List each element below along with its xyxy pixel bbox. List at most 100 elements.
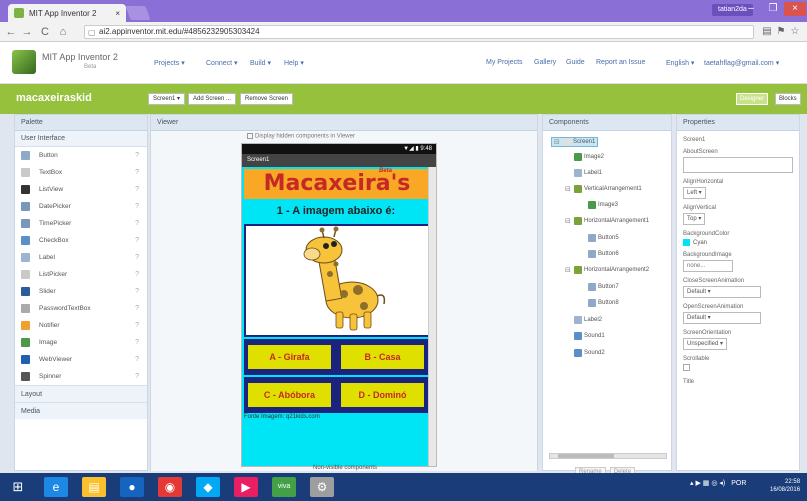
browser-tab[interactable]: MIT App Inventor 2 ×: [8, 4, 126, 22]
component-node-label2[interactable]: Label2: [565, 316, 602, 324]
palette-item-timepicker[interactable]: TimePicker?: [15, 215, 147, 232]
start-icon[interactable]: ⊞: [6, 477, 30, 497]
help-icon[interactable]: ?: [135, 254, 139, 261]
background-color-picker[interactable]: Cyan: [683, 239, 793, 246]
menu-build[interactable]: Build ▾: [250, 59, 271, 67]
taskbar-app-7-icon[interactable]: viva: [272, 477, 296, 497]
screen-orientation-select[interactable]: Unspecified ▾: [683, 338, 728, 351]
taskbar-app-4-icon[interactable]: ◉: [158, 477, 182, 497]
component-node-image3[interactable]: Image3: [579, 201, 618, 209]
tray-icons[interactable]: ▴ ▶ ▦ ◎ ◂): [690, 480, 725, 487]
about-screen-field[interactable]: [683, 157, 793, 173]
palette-item-listpicker[interactable]: ListPicker?: [15, 266, 147, 283]
checkbox-box[interactable]: [247, 133, 253, 139]
clock[interactable]: 22:58 16/08/2016: [770, 478, 800, 494]
remove-screen-button[interactable]: Remove Screen: [240, 93, 294, 105]
link-guide[interactable]: Guide: [566, 59, 585, 66]
account-dropdown[interactable]: taetahflag@gmail.com ▾: [704, 59, 779, 67]
display-hidden-checkbox[interactable]: Display hidden components in Viewer: [247, 133, 355, 140]
language-indicator[interactable]: POR: [731, 480, 746, 487]
screen-dropdown[interactable]: Screen1 ▾: [148, 93, 186, 105]
add-screen-button[interactable]: Add Screen ...: [188, 93, 237, 105]
palette-item-image[interactable]: Image?: [15, 334, 147, 351]
taskbar-app-8-icon[interactable]: ⚙: [310, 477, 334, 497]
help-icon[interactable]: ?: [135, 186, 139, 193]
help-icon[interactable]: ?: [135, 339, 139, 346]
forward-icon[interactable]: →: [20, 25, 34, 39]
brand-banner-image[interactable]: Macaxeira's Beta: [244, 168, 430, 199]
align-vertical-select[interactable]: Top ▾: [683, 213, 706, 225]
help-icon[interactable]: ?: [135, 305, 139, 312]
component-node-button7[interactable]: Button7: [579, 283, 619, 291]
translate-icon[interactable]: ▤: [760, 25, 774, 39]
help-icon[interactable]: ?: [135, 356, 139, 363]
palette-item-button[interactable]: Button?: [15, 147, 147, 164]
question-label[interactable]: 1 - A imagem abaixo é:: [242, 205, 430, 217]
palette-item-label[interactable]: Label?: [15, 249, 147, 266]
link-gallery[interactable]: Gallery: [534, 59, 556, 66]
palette-item-checkbox[interactable]: CheckBox?: [15, 232, 147, 249]
background-image-field[interactable]: none...: [683, 260, 733, 273]
help-icon[interactable]: ?: [135, 288, 139, 295]
open-animation-select[interactable]: Default ▾: [683, 312, 761, 325]
component-node-sound2[interactable]: Sound2: [565, 349, 605, 357]
answer-button-b[interactable]: B - Casa: [339, 343, 426, 371]
palette-item-textbox[interactable]: TextBox?: [15, 164, 147, 181]
component-node-image2[interactable]: Image2: [565, 153, 604, 161]
answer-button-c[interactable]: C - Abóbora: [246, 381, 333, 409]
component-node-label1[interactable]: Label1: [565, 169, 602, 177]
answer-button-d[interactable]: D - Dominó: [339, 381, 426, 409]
close-window-icon[interactable]: ×: [784, 2, 806, 16]
phone-screen-body[interactable]: Macaxeira's Beta 1 - A imagem abaixo é:: [242, 167, 430, 466]
taskbar-app-1-icon[interactable]: e: [44, 477, 68, 497]
palette-item-datepicker[interactable]: DatePicker?: [15, 198, 147, 215]
new-tab-button[interactable]: [125, 6, 151, 20]
close-animation-select[interactable]: Default ▾: [683, 286, 761, 299]
taskbar-app-2-icon[interactable]: ▤: [82, 477, 106, 497]
back-icon[interactable]: ←: [4, 25, 18, 39]
tab-close-icon[interactable]: ×: [115, 9, 120, 18]
collapse-toggle-icon[interactable]: ⊟: [565, 217, 572, 225]
scrollable-checkbox[interactable]: [683, 364, 690, 372]
collapse-toggle-icon[interactable]: ⊟: [565, 266, 572, 274]
link-my-projects[interactable]: My Projects: [486, 59, 523, 66]
help-icon[interactable]: ?: [135, 322, 139, 329]
blocks-button[interactable]: Blocks: [775, 93, 801, 105]
component-node-sound1[interactable]: Sound1: [565, 332, 605, 340]
component-node-verticalarrangement1[interactable]: ⊟ VerticalArrangement1: [565, 185, 642, 193]
component-node-button5[interactable]: Button5: [579, 234, 619, 242]
answer-button-a[interactable]: A - Girafa: [246, 343, 333, 371]
help-icon[interactable]: ?: [135, 203, 139, 210]
component-node-button6[interactable]: Button6: [579, 250, 619, 258]
question-image-giraffe[interactable]: [244, 224, 430, 337]
menu-projects[interactable]: Projects ▾: [154, 59, 185, 67]
home-icon[interactable]: ⌂: [56, 25, 70, 39]
maximize-icon[interactable]: ❐: [762, 2, 784, 16]
language-dropdown[interactable]: English ▾: [666, 59, 694, 67]
app-inventor-logo-icon[interactable]: [12, 50, 36, 74]
palette-item-passwordtextbox[interactable]: PasswordTextBox?: [15, 300, 147, 317]
component-node-screen1[interactable]: ⊟ Screen1: [551, 137, 599, 147]
collapse-toggle-icon[interactable]: ⊟: [554, 138, 561, 146]
palette-item-listview[interactable]: ListView?: [15, 181, 147, 198]
taskbar-app-5-icon[interactable]: ◆: [196, 477, 220, 497]
collapse-toggle-icon[interactable]: ⊟: [565, 185, 572, 193]
palette-item-slider[interactable]: Slider?: [15, 283, 147, 300]
palette-category-layout[interactable]: Layout: [15, 385, 147, 402]
component-node-horizontalarrangement2[interactable]: ⊟ HorizontalArrangement2: [565, 266, 649, 274]
component-node-button8[interactable]: Button8: [579, 299, 619, 307]
minimize-icon[interactable]: –: [740, 2, 762, 16]
help-icon[interactable]: ?: [135, 271, 139, 278]
help-icon[interactable]: ?: [135, 373, 139, 380]
image-source-label[interactable]: Fonte Imagem: q21kids.com: [244, 414, 320, 420]
palette-item-notifier[interactable]: Notifier?: [15, 317, 147, 334]
align-horizontal-select[interactable]: Left ▾: [683, 187, 706, 199]
taskbar-app-3-icon[interactable]: ●: [120, 477, 144, 497]
component-node-horizontalarrangement1[interactable]: ⊟ HorizontalArrangement1: [565, 217, 649, 225]
menu-connect[interactable]: Connect ▾: [206, 59, 238, 67]
designer-button[interactable]: Designer: [736, 93, 769, 105]
taskbar-app-6-icon[interactable]: ▶: [234, 477, 258, 497]
palette-category-media[interactable]: Media: [15, 402, 147, 419]
phone-scrollbar[interactable]: [428, 167, 436, 466]
palette-section-user-interface[interactable]: User Interface: [15, 131, 147, 147]
